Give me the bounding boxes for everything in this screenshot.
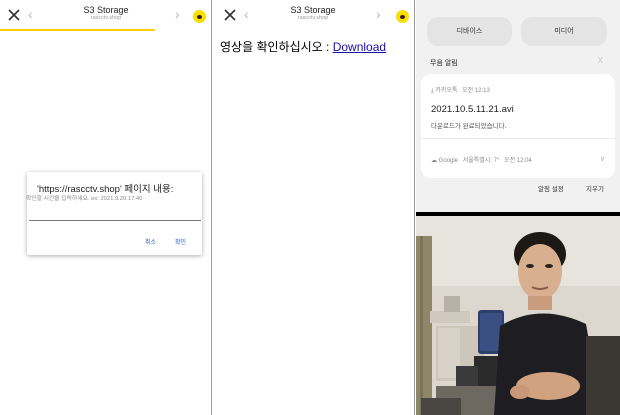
notification-app: Google: [438, 158, 459, 164]
google-notification-row[interactable]: ☁ Google 서울특별시: 7° 오전 12:04: [431, 155, 532, 164]
dialog-message: 확인할 시간을 입력하세요. ex: 2021.9.20.17:40: [26, 196, 143, 202]
page-message: 영상을 확인하십시오 : Download: [220, 38, 386, 55]
notification-shade: 디바이스 미디어 무음 알림 X ⤓ 카카오톡 오전 12:13 2021.10…: [416, 0, 620, 212]
notification-app: 카카오톡: [435, 88, 458, 94]
page-domain: rascctv.shop: [297, 15, 329, 21]
notification-time: 오전 12:04: [504, 158, 532, 164]
ok-button[interactable]: 확인: [175, 237, 186, 246]
cloud-icon: ☁: [431, 158, 437, 164]
prompt-dialog: 'https://rascctv.shop' 페이지 내용: 확인할 시간을 입…: [26, 172, 202, 255]
notification-time: 오전 12:13: [462, 88, 490, 94]
video-frame-image: [416, 216, 620, 415]
notification-status: 다운로드가 완료되었습니다.: [431, 123, 507, 130]
webcam-photo: [416, 216, 620, 415]
message-text: 영상을 확인하십시오 :: [220, 40, 333, 54]
page-domain: rascctv.shop: [90, 15, 122, 21]
time-input[interactable]: [29, 204, 201, 221]
back-chevron-icon[interactable]: ‹: [244, 7, 249, 21]
silent-notifications-title: 무음 알림: [430, 60, 458, 67]
notification-card[interactable]: ⤓ 카카오톡 오전 12:13 2021.10.5.11.21.avi 다운로드…: [421, 74, 615, 178]
browser-toolbar: ‹ S3 Storage rascctv.shop ›: [213, 0, 414, 32]
kakao-menu-icon[interactable]: [193, 10, 206, 23]
notification-panel: 디바이스 미디어 무음 알림 X ⤓ 카카오톡 오전 12:13 2021.10…: [416, 0, 620, 415]
cancel-button[interactable]: 취소: [145, 237, 156, 246]
download-link[interactable]: Download: [333, 40, 386, 54]
notification-filename: 2021.10.5.11.21.avi: [431, 104, 514, 115]
close-silent-icon[interactable]: X: [598, 56, 603, 65]
browser-panel-prompt: ‹ S3 Storage rascctv.shop › 'https://ras…: [0, 0, 212, 415]
forward-chevron-icon[interactable]: ›: [175, 7, 180, 21]
close-icon[interactable]: [8, 9, 20, 21]
media-button[interactable]: 미디어: [521, 17, 607, 46]
page-title: S3 Storage: [83, 5, 129, 15]
back-chevron-icon[interactable]: ‹: [28, 7, 33, 21]
browser-toolbar: ‹ S3 Storage rascctv.shop ›: [0, 0, 211, 32]
page-load-progress: [0, 29, 155, 31]
kakao-menu-icon[interactable]: [396, 10, 409, 23]
notification-settings-button[interactable]: 알림 설정: [538, 183, 564, 193]
page-title: S3 Storage: [290, 5, 336, 15]
forward-chevron-icon[interactable]: ›: [376, 7, 381, 21]
kakao-notification-header: ⤓ 카카오톡 오전 12:13: [431, 85, 490, 95]
devices-button[interactable]: 디바이스: [427, 17, 512, 46]
notification-detail: 서울특별시: 7°: [462, 158, 500, 164]
chevron-down-icon[interactable]: ∨: [600, 155, 605, 163]
divider: [421, 138, 615, 139]
close-icon[interactable]: [224, 9, 236, 21]
browser-panel-download: ‹ S3 Storage rascctv.shop › 영상을 확인하십시오 :…: [213, 0, 415, 415]
download-icon: ⤓: [431, 88, 434, 94]
clear-button[interactable]: 지우기: [586, 183, 604, 193]
